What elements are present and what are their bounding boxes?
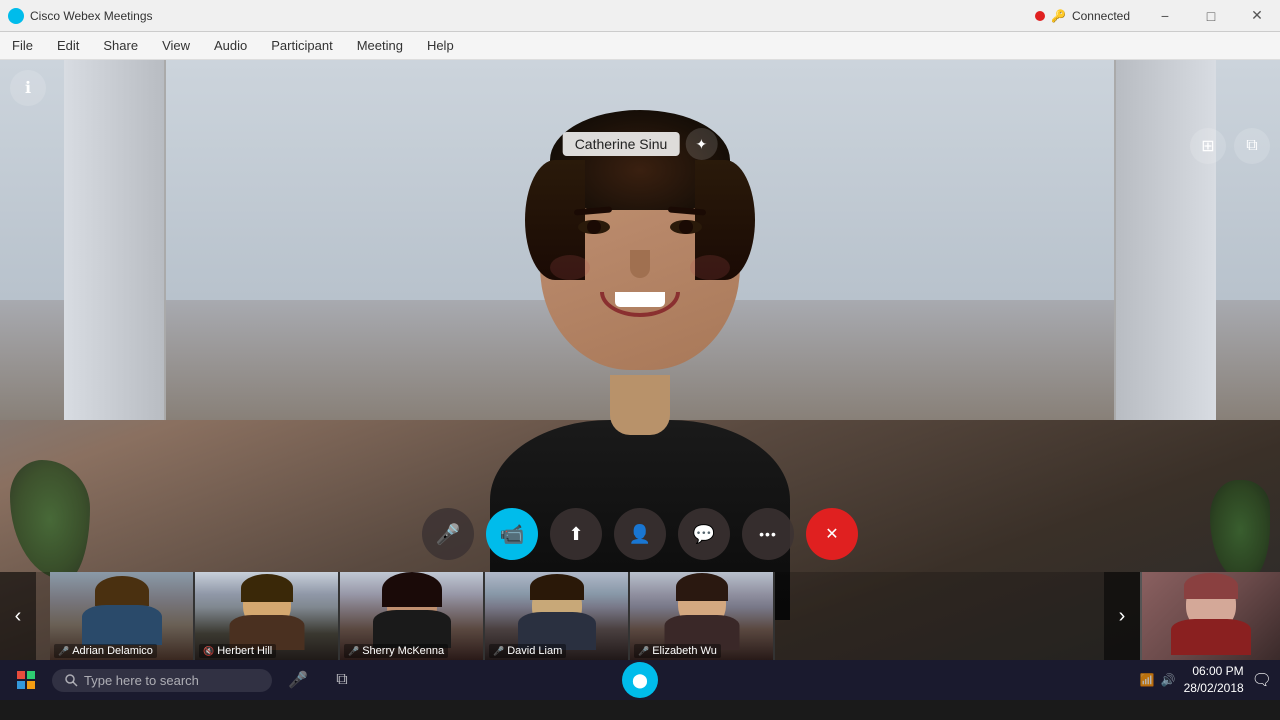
close-button[interactable]: ✕ [1234, 0, 1280, 32]
menu-meeting[interactable]: Meeting [345, 34, 415, 57]
pip-button[interactable]: ⧉ [1234, 128, 1270, 164]
app-icon [8, 8, 24, 24]
cheek-left [550, 255, 590, 280]
taskbar-mic-button[interactable]: 🎤 [280, 662, 316, 698]
share-button[interactable]: ⬆ [550, 508, 602, 560]
thumb-name-sherry: 🎤 Sherry McKenna [344, 644, 448, 658]
participants-button[interactable]: 👤 [614, 508, 666, 560]
menu-participant[interactable]: Participant [259, 34, 344, 57]
menu-edit[interactable]: Edit [45, 34, 91, 57]
taskbar-right: 📶 🔊 06:00 PM 28/02/2018 🗨 [1140, 663, 1272, 697]
task-view-button[interactable]: ⧉ [324, 662, 360, 698]
cheek-right [690, 255, 730, 280]
windows-button[interactable] [8, 662, 44, 698]
titlebar-controls: − □ ✕ [1142, 0, 1280, 32]
speaker-tag: Catherine Sinu ✦ [563, 128, 718, 160]
minimize-button[interactable]: − [1142, 0, 1188, 32]
search-icon [64, 673, 78, 687]
thumbnail-strip: ‹ 🎤 Adrian Delamico [0, 572, 1280, 660]
grid-view-button[interactable]: ⊞ [1190, 128, 1226, 164]
title-bar: Cisco Webex Meetings 🔑 Connected − □ ✕ [0, 0, 1280, 32]
self-view-thumbnail[interactable] [1140, 572, 1280, 660]
self-view-background [1142, 572, 1280, 660]
star-button[interactable]: ✦ [685, 128, 717, 160]
control-bar: 🎤 📹 ⬆ 👤 💬 ••• ✕ [422, 508, 858, 560]
video-button[interactable]: 📹 [486, 508, 538, 560]
thumb-label-david: David Liam [507, 645, 562, 657]
eye-left [578, 220, 610, 234]
menu-bar: File Edit Share View Audio Participant M… [0, 32, 1280, 60]
thumb-name-david: 🎤 David Liam [489, 644, 566, 658]
mute-button[interactable]: 🎤 [422, 508, 474, 560]
strip-prev-button[interactable]: ‹ [0, 572, 36, 660]
volume-icon: 🔊 [1161, 673, 1176, 687]
thumbnail-davidliam[interactable]: 🎤 David Liam [485, 572, 630, 660]
clock[interactable]: 06:00 PM 28/02/2018 [1184, 663, 1244, 697]
menu-view[interactable]: View [150, 34, 202, 57]
cortana-icon: ⬤ [632, 672, 648, 689]
status-dot [1035, 11, 1045, 21]
mic-icon-sherry: 🎤 [348, 646, 359, 657]
windows-icon [17, 671, 35, 689]
eye-right [670, 220, 702, 234]
cortana-button[interactable]: ⬤ [622, 662, 658, 698]
search-input[interactable] [84, 673, 254, 688]
menu-help[interactable]: Help [415, 34, 466, 57]
thumb-name-herbert: 🔇 Herbert Hill [199, 644, 276, 658]
menu-share[interactable]: Share [91, 34, 150, 57]
end-call-button[interactable]: ✕ [806, 508, 858, 560]
bg-column-right [1114, 60, 1216, 420]
clock-date: 28/02/2018 [1184, 680, 1244, 697]
thumb-label-adrian: Adrian Delamico [72, 645, 153, 657]
thumbnail-sherrymckenna[interactable]: 🎤 Sherry McKenna [340, 572, 485, 660]
thumb-label-sherry: Sherry McKenna [362, 645, 444, 657]
mic-icon-david: 🎤 [493, 646, 504, 657]
info-button[interactable]: ℹ [10, 70, 46, 106]
app-title: Cisco Webex Meetings [30, 9, 153, 23]
maximize-button[interactable]: □ [1188, 0, 1234, 32]
thumbnail-adriandelamico[interactable]: 🎤 Adrian Delamico [50, 572, 195, 660]
mic-icon-elizabeth: 🎤 [638, 646, 649, 657]
mouth [600, 292, 680, 317]
plant-left [10, 460, 90, 580]
thumb-label-herbert: Herbert Hill [217, 645, 272, 657]
thumb-name-elizabeth: 🎤 Elizabeth Wu [634, 644, 721, 658]
neck [610, 375, 670, 435]
search-box[interactable] [52, 669, 272, 692]
thumb-label-elizabeth: Elizabeth Wu [652, 645, 717, 657]
taskbar-mic-icon: 🎤 [288, 670, 308, 690]
strip-next-button[interactable]: › [1104, 572, 1140, 660]
taskbar-center: ⬤ [622, 662, 658, 698]
strip-scroll: 🎤 Adrian Delamico 🔇 Herbert Hill [50, 572, 1230, 660]
mic-icon-adrian: 🎤 [58, 646, 69, 657]
menu-audio[interactable]: Audio [202, 34, 259, 57]
thumbnail-elizabethwu[interactable]: 🎤 Elizabeth Wu [630, 572, 775, 660]
lock-icon: 🔑 [1051, 9, 1066, 23]
network-icon: 📶 [1140, 673, 1155, 687]
clock-time: 06:00 PM [1184, 663, 1244, 680]
thumbnail-herberthill[interactable]: 🔇 Herbert Hill [195, 572, 340, 660]
head [540, 140, 740, 370]
taskbar: 🎤 ⧉ ⬤ 📶 🔊 06:00 PM 28/02/2018 🗨 [0, 660, 1280, 700]
plant-right [1210, 480, 1270, 580]
task-view-icon: ⧉ [336, 671, 347, 689]
nose [630, 250, 650, 278]
top-right-controls: ⊞ ⧉ [1190, 128, 1270, 164]
thumb-name-adrian: 🎤 Adrian Delamico [54, 644, 157, 658]
chat-button[interactable]: 💬 [678, 508, 730, 560]
connected-label: Connected [1072, 9, 1130, 23]
system-tray: 📶 🔊 [1140, 673, 1176, 687]
taskbar-left: 🎤 ⧉ [8, 662, 360, 698]
menu-file[interactable]: File [0, 34, 45, 57]
bg-column-left [64, 60, 166, 420]
connection-status: 🔑 Connected [1035, 9, 1130, 23]
notification-icon[interactable]: 🗨 [1252, 670, 1272, 690]
titlebar-left: Cisco Webex Meetings [0, 8, 153, 24]
more-button[interactable]: ••• [742, 508, 794, 560]
speaker-name: Catherine Sinu [563, 132, 680, 156]
mic-muted-icon-herbert: 🔇 [203, 646, 214, 657]
main-video-area: ℹ Catherine Sinu ✦ ⊞ ⧉ 🎤 📹 ⬆ 👤 💬 ••• ✕ ‹ [0, 60, 1280, 660]
